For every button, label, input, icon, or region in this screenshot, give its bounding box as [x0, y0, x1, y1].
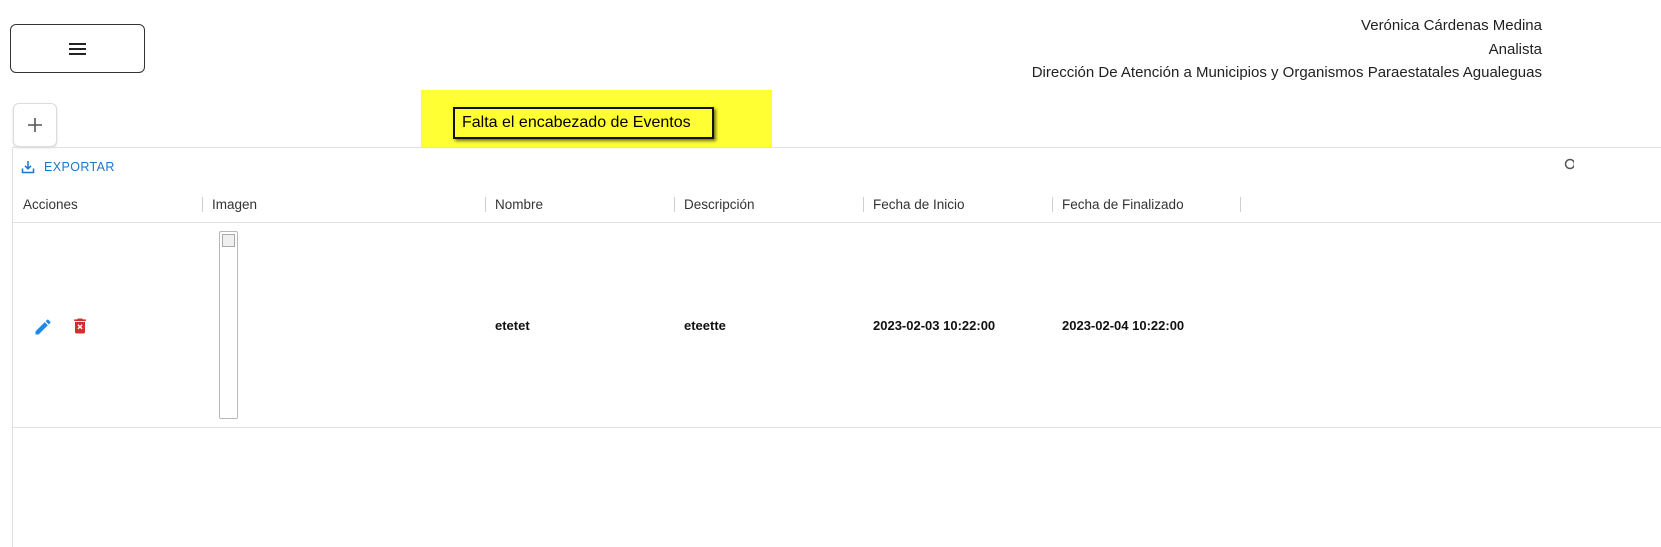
- column-separator[interactable]: [202, 197, 203, 212]
- add-event-button[interactable]: [13, 103, 57, 147]
- broken-image-icon: [222, 234, 235, 247]
- column-header-descripcion[interactable]: Descripción: [684, 186, 755, 223]
- column-separator[interactable]: [674, 197, 675, 212]
- column-separator[interactable]: [863, 197, 864, 212]
- user-info: Verónica Cárdenas Medina Analista Direcc…: [1032, 14, 1542, 85]
- review-note-highlight: Falta el encabezado de Eventos: [421, 90, 772, 147]
- event-image: [219, 231, 238, 419]
- menu-button[interactable]: [10, 24, 145, 73]
- cell-fecha-finalizado: 2023-02-04 10:22:00: [1062, 318, 1185, 333]
- hamburger-menu-icon: [69, 40, 86, 58]
- cell-descripcion: eteette: [684, 318, 726, 333]
- download-icon: [21, 161, 35, 174]
- export-label: EXPORTAR: [44, 160, 115, 174]
- user-department: Dirección De Atención a Municipios y Org…: [1031, 64, 1542, 81]
- export-button[interactable]: EXPORTAR: [21, 160, 115, 174]
- edit-icon[interactable]: [33, 317, 53, 337]
- column-header-fecha-inicio[interactable]: Fecha de Inicio: [873, 186, 965, 223]
- cell-nombre: etetet: [495, 318, 530, 333]
- user-name: Verónica Cárdenas Medina: [1361, 17, 1542, 34]
- column-header-fecha-finalizado[interactable]: Fecha de Finalizado: [1062, 186, 1184, 223]
- column-separator[interactable]: [485, 197, 486, 212]
- search-icon[interactable]: [1564, 158, 1574, 184]
- column-header-acciones[interactable]: Acciones: [23, 186, 78, 223]
- cell-fecha-inicio: 2023-02-03 10:22:00: [873, 318, 996, 333]
- delete-icon[interactable]: [70, 316, 90, 336]
- user-role: Analista: [1488, 40, 1542, 58]
- column-separator[interactable]: [1052, 197, 1053, 212]
- column-header-nombre[interactable]: Nombre: [495, 186, 543, 223]
- plus-icon: [28, 118, 42, 132]
- table-header: Acciones Imagen Nombre Descripción Fecha…: [13, 186, 1661, 223]
- column-separator[interactable]: [1240, 197, 1241, 212]
- review-note: Falta el encabezado de Eventos: [453, 107, 714, 139]
- events-data-grid: EXPORTAR Acciones Imagen Nombre Descripc…: [12, 147, 1661, 547]
- column-header-imagen[interactable]: Imagen: [212, 186, 257, 223]
- table-row[interactable]: etetet eteette 2023-02-03 10:22:00 2023-…: [13, 223, 1661, 428]
